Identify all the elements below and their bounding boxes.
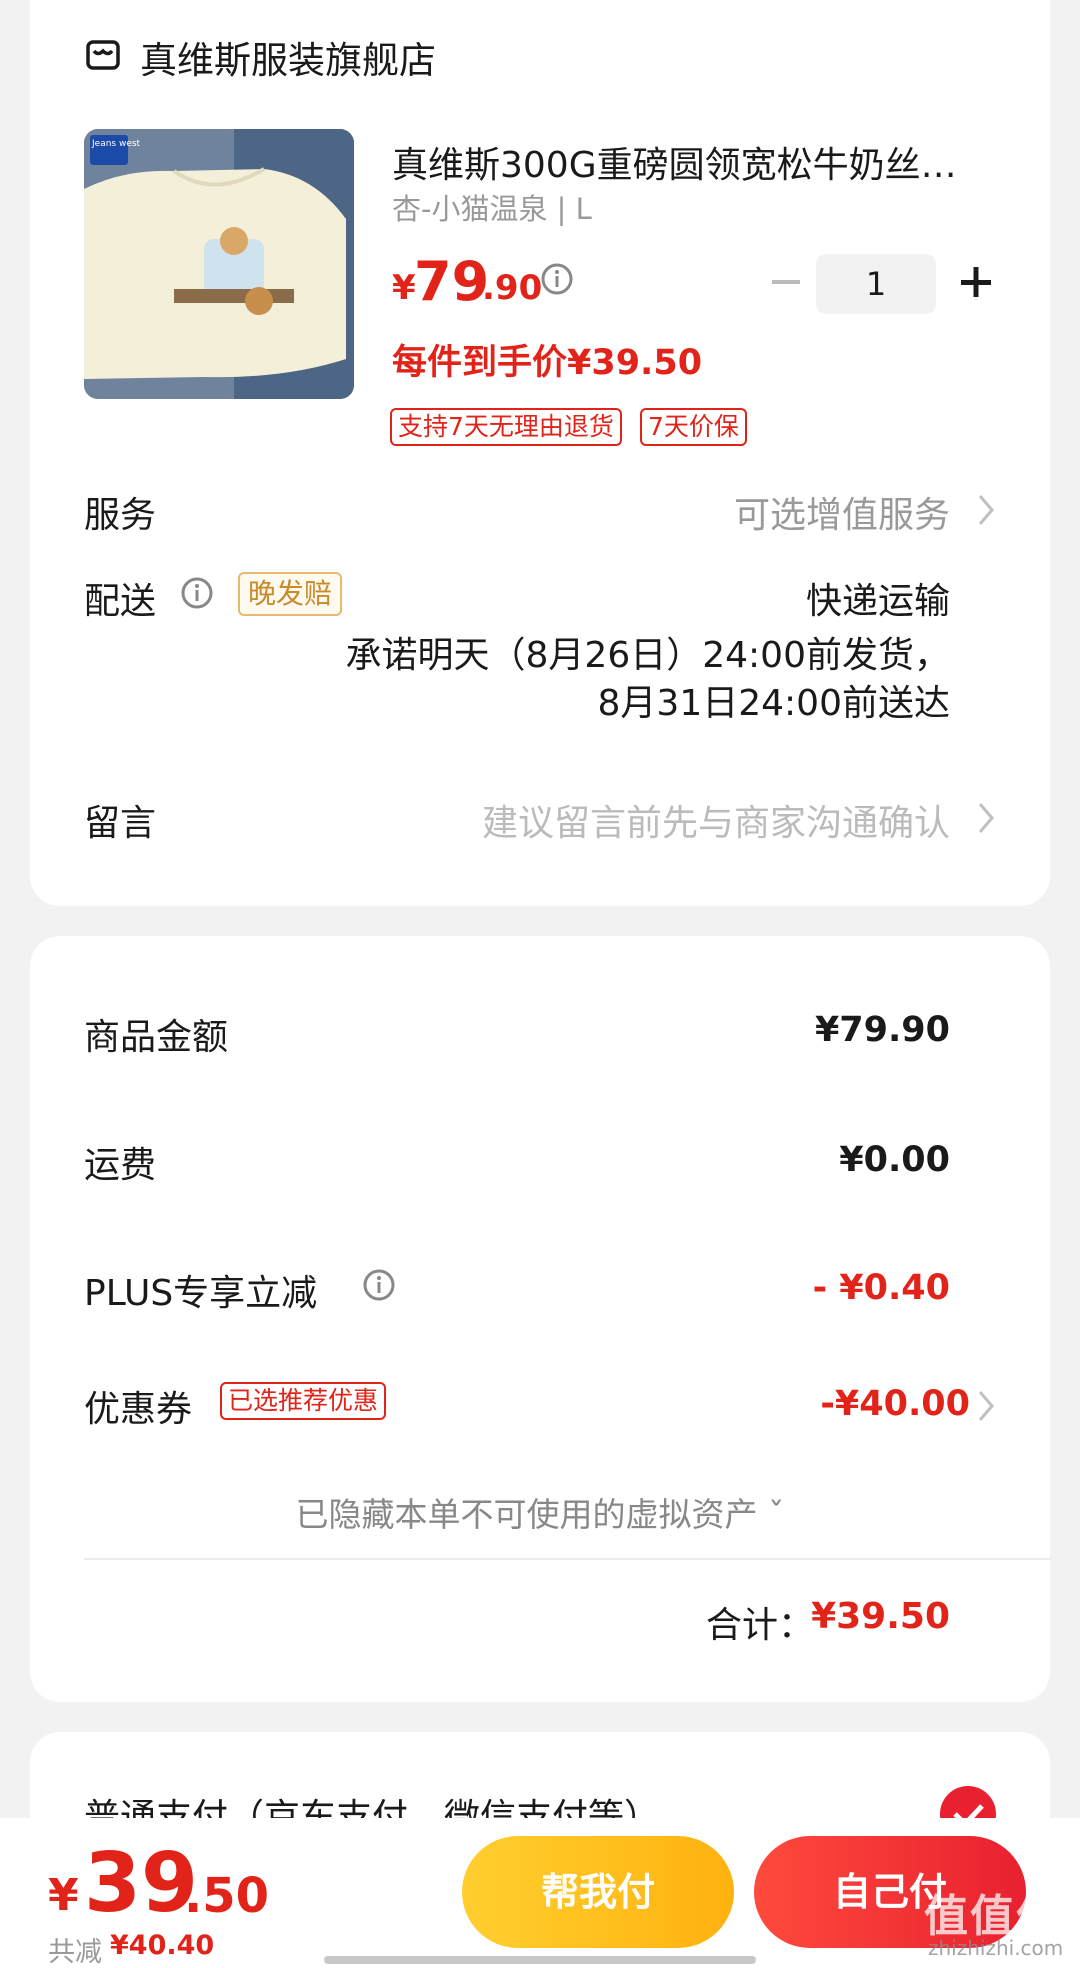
coupon-label: 优惠券 bbox=[84, 1389, 193, 1430]
service-value[interactable]: 可选增值服务 bbox=[734, 486, 950, 538]
message-label: 留言 bbox=[84, 803, 157, 844]
store-name[interactable]: 真维斯服装旗舰店 bbox=[140, 30, 436, 84]
price-decimal: .90 bbox=[482, 268, 543, 308]
watermark-url: zhizhizhi.com bbox=[928, 1936, 1064, 1960]
watermark-logo: 值值值 bbox=[924, 1891, 1062, 1942]
price-integer: 79 bbox=[414, 250, 490, 313]
checkout-bottom-bar: ¥ 39 .50 共减 ¥40.40 帮我付 自己付 bbox=[0, 1818, 1080, 1968]
goods-amount-value: ¥79.90 bbox=[814, 1010, 950, 1050]
pay-price-decimal: .50 bbox=[184, 1868, 270, 1924]
late-compensation-badge: 晚发赔 bbox=[238, 572, 343, 616]
quantity-value[interactable]: 1 bbox=[816, 254, 936, 314]
quantity-minus-button[interactable] bbox=[758, 254, 814, 310]
plus-discount-value: - ¥0.40 bbox=[812, 1268, 950, 1308]
saved-value: ¥40.40 bbox=[110, 1930, 215, 1961]
store-icon bbox=[86, 38, 120, 72]
shipping-label: 配送 bbox=[84, 581, 157, 622]
coupon-recommend-badge: 已选推荐优惠 bbox=[220, 1382, 387, 1420]
help-pay-button[interactable]: 帮我付 bbox=[462, 1836, 734, 1948]
thumb-brand: Jeans west bbox=[92, 139, 141, 149]
quantity-plus-button[interactable] bbox=[948, 254, 1004, 310]
shipping-promise-line2: 8月31日24:00前送达 bbox=[597, 683, 950, 724]
divider bbox=[84, 1558, 1050, 1560]
coupon-value[interactable]: -¥40.00 bbox=[820, 1384, 970, 1424]
pay-price-symbol: ¥ bbox=[48, 1870, 79, 1921]
freight-label: 运费 bbox=[84, 1145, 157, 1186]
shipping-promise-line1: 承诺明天（8月26日）24:00前发货， bbox=[345, 635, 950, 676]
hidden-assets-toggle[interactable]: 已隐藏本单不可使用的虚拟资产 ˇ bbox=[30, 1488, 1050, 1536]
product-thumbnail[interactable]: Jeans west bbox=[84, 129, 354, 399]
order-summary-card: 商品金额 ¥79.90 运费 ¥0.00 PLUS专享立减 - ¥0.40 优惠… bbox=[30, 936, 1050, 1702]
plus-discount-label: PLUS专享立减 bbox=[84, 1273, 318, 1314]
product-variant[interactable]: 杏-小猫温泉 | L bbox=[392, 186, 592, 228]
order-product-card: 真维斯服装旗舰店 Jeans west 真维斯300G重磅圆领宽松牛奶丝… 杏-… bbox=[30, 0, 1050, 906]
pay-price-integer: 39 bbox=[84, 1836, 199, 1931]
total-value: ¥39.50 bbox=[811, 1596, 950, 1637]
freight-value: ¥0.00 bbox=[839, 1140, 950, 1180]
product-title[interactable]: 真维斯300G重磅圆领宽松牛奶丝… bbox=[392, 136, 1002, 188]
plus-info-icon[interactable] bbox=[362, 1268, 396, 1302]
price-info-icon[interactable] bbox=[540, 262, 574, 296]
goods-amount-label: 商品金额 bbox=[84, 1017, 229, 1058]
saved-label: 共减 bbox=[48, 1937, 102, 1968]
home-indicator[interactable] bbox=[324, 1956, 756, 1964]
chevron-right-icon[interactable] bbox=[974, 1386, 1000, 1426]
shipping-info-icon[interactable] bbox=[180, 576, 214, 610]
total-label: 合计： bbox=[705, 1605, 814, 1646]
message-input[interactable]: 建议留言前先与商家沟通确认 bbox=[482, 794, 950, 846]
return-policy-tag: 支持7天无理由退货 bbox=[390, 408, 622, 446]
price-protect-tag: 7天价保 bbox=[640, 408, 747, 446]
service-label: 服务 bbox=[84, 495, 157, 536]
chevron-right-icon[interactable] bbox=[974, 490, 1000, 530]
price-symbol: ¥ bbox=[392, 268, 416, 308]
chevron-right-icon[interactable] bbox=[974, 798, 1000, 838]
shipping-method: 快递运输 bbox=[805, 581, 950, 622]
unit-final-price: 每件到手价¥39.50 bbox=[392, 343, 703, 383]
